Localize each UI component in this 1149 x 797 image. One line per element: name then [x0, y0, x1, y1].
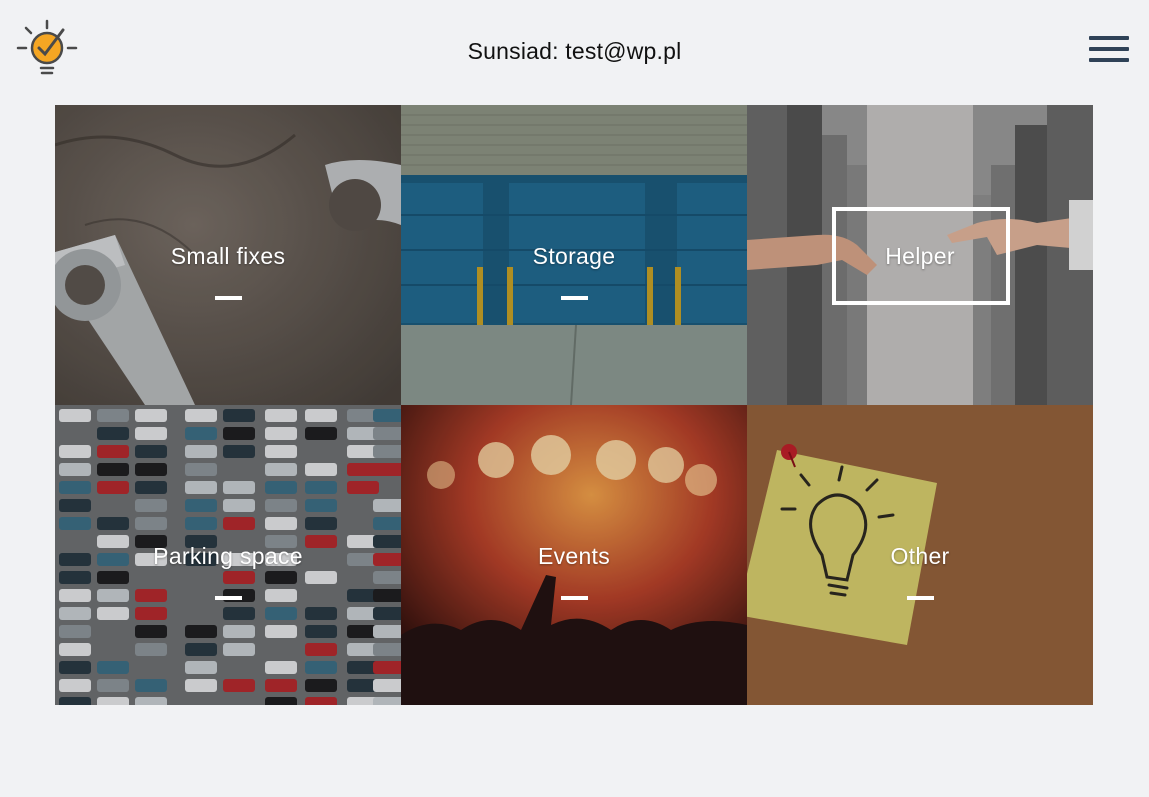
tile-underline: [561, 596, 588, 600]
app-header: Sunsiad: test@wp.pl: [0, 0, 1149, 105]
tile-underline: [215, 596, 242, 600]
tile-events[interactable]: Events: [401, 405, 747, 705]
tile-other[interactable]: Other: [747, 405, 1093, 705]
hamburger-menu-icon[interactable]: [1089, 36, 1129, 64]
tile-underline: [215, 296, 242, 300]
tile-helper[interactable]: Helper: [747, 105, 1093, 405]
tile-label: Small fixes: [170, 243, 286, 269]
tile-storage[interactable]: Storage: [401, 105, 747, 405]
tile-label: Storage: [532, 243, 616, 269]
tile-small-fixes[interactable]: Small fixes: [55, 105, 401, 405]
tile-label: Other: [890, 543, 950, 569]
tile-underline: [907, 596, 934, 600]
tile-label: Events: [537, 543, 611, 569]
page-title: Sunsiad: test@wp.pl: [467, 38, 682, 64]
tile-label: Parking space: [153, 543, 303, 569]
tile-label: Helper: [885, 243, 955, 269]
tile-parking-space[interactable]: Parking space: [55, 405, 401, 705]
category-grid: Small fixes Storage Helper Parking space…: [55, 105, 1093, 705]
tile-underline: [561, 296, 588, 300]
